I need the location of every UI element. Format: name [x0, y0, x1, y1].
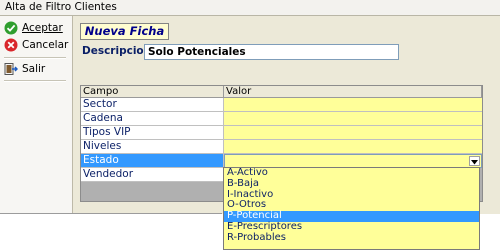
dropdown-option[interactable]: A-Activo — [224, 168, 479, 179]
combo-dropdown-button[interactable] — [469, 156, 480, 166]
aceptar-button[interactable]: Aceptar — [4, 20, 63, 36]
window-title: Alta de Filtro Clientes — [5, 1, 117, 13]
dropdown-option[interactable]: R-Probables — [224, 232, 479, 244]
campo-cell[interactable]: Cadena — [81, 112, 224, 126]
estado-dropdown-list[interactable]: A-Activo B-Baja I-Inactivo O-Otros P-Pot… — [223, 167, 480, 250]
cancelar-label: Cancelar — [22, 39, 69, 51]
header-panel: Nueva Ficha Descripcion Solo Potenciales — [74, 18, 488, 68]
toolbar-separator — [4, 80, 66, 82]
aceptar-label: Aceptar — [22, 22, 63, 34]
cancelar-button[interactable]: Cancelar — [4, 37, 68, 53]
valor-cell[interactable] — [224, 140, 482, 154]
campo-cell[interactable]: Sector — [81, 98, 224, 112]
estado-combo[interactable] — [224, 154, 482, 168]
chevron-down-icon — [471, 155, 478, 168]
campo-cell[interactable]: Tipos VIP — [81, 126, 224, 140]
valor-cell[interactable] — [224, 126, 482, 140]
valor-cell[interactable] — [224, 98, 482, 112]
record-status-badge: Nueva Ficha — [80, 23, 169, 40]
check-icon — [4, 21, 18, 35]
campo-cell[interactable]: Vendedor — [81, 168, 224, 182]
descripcion-input[interactable]: Solo Potenciales — [144, 44, 399, 60]
column-header-valor[interactable]: Valor — [224, 86, 482, 98]
dropdown-option[interactable]: B-Baja — [224, 178, 479, 190]
salir-button[interactable]: Salir — [4, 61, 45, 77]
cancel-icon — [4, 38, 18, 52]
campo-cell[interactable]: Niveles — [81, 140, 224, 154]
exit-icon — [4, 62, 19, 76]
title-bar: Alta de Filtro Clientes — [0, 0, 500, 16]
campo-cell[interactable]: Estado — [81, 154, 224, 168]
salir-label: Salir — [22, 63, 46, 75]
valor-cell[interactable] — [224, 112, 482, 126]
column-header-campo[interactable]: Campo — [81, 86, 224, 98]
descripcion-label: Descripcion — [82, 45, 152, 57]
toolbar-separator — [4, 57, 66, 59]
